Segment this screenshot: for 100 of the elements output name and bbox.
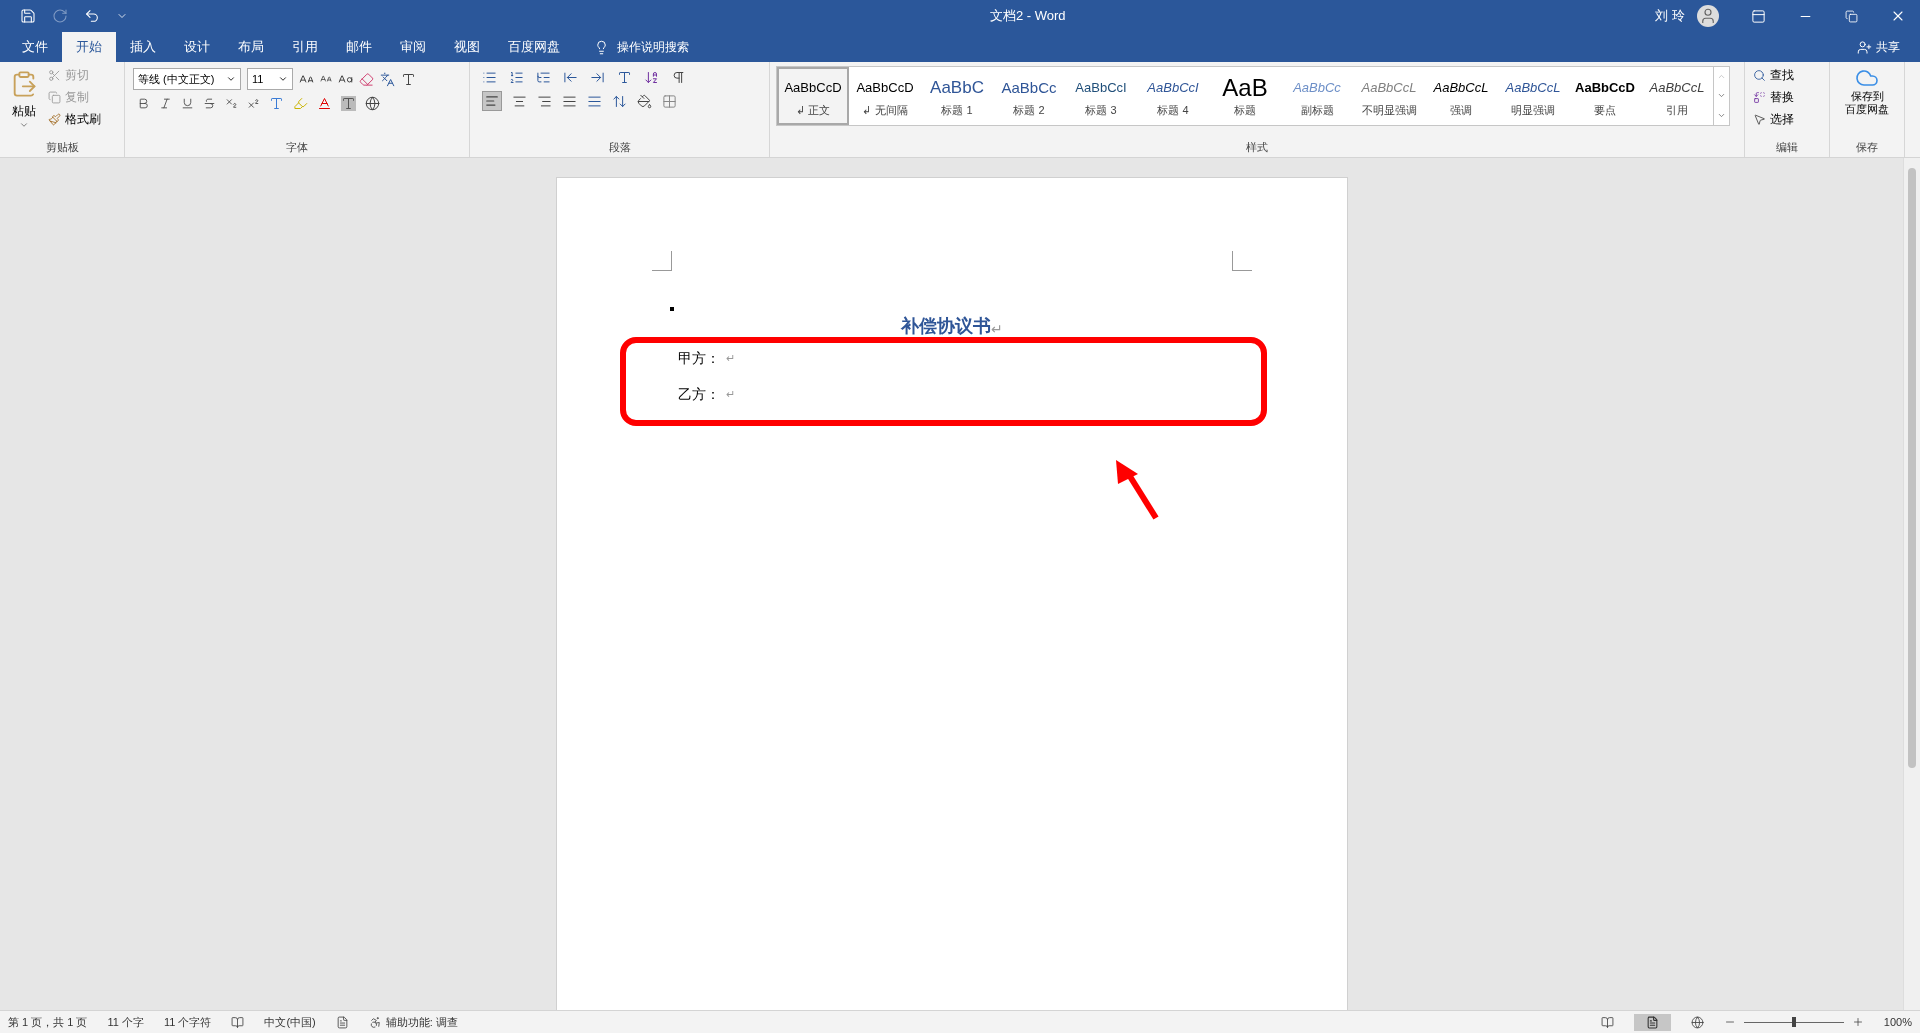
search-icon[interactable]	[1753, 68, 1766, 82]
proofing-icon[interactable]	[231, 1015, 245, 1029]
align-right-icon[interactable]	[537, 93, 552, 109]
tell-me-search[interactable]: 操作说明搜索	[617, 38, 689, 56]
window-title: 文档2 - Word	[988, 7, 1067, 26]
ribbon-tab[interactable]: 百度网盘	[494, 32, 574, 62]
undo-icon[interactable]	[84, 8, 100, 24]
language-indicator[interactable]: 中文(中国)	[264, 1013, 316, 1031]
style-item[interactable]: AaB 标题	[1209, 67, 1281, 125]
style-item[interactable]: AaBbCcL 引用	[1641, 67, 1713, 125]
numbering-icon[interactable]	[509, 70, 524, 85]
line-spacing-icon[interactable]	[612, 93, 627, 109]
restore-icon[interactable]	[1845, 9, 1858, 23]
text-effects-icon[interactable]	[269, 96, 284, 111]
margin-corner-mark	[651, 251, 672, 271]
caret-icon	[226, 74, 236, 84]
lightbulb-icon[interactable]	[594, 39, 609, 55]
share-button[interactable]: 共享	[1876, 38, 1900, 56]
save-to-cloud-button[interactable]: 保存到 百度网盘	[1845, 90, 1889, 116]
style-item[interactable]: AaBbCcL 明显强调	[1497, 67, 1569, 125]
borders-icon[interactable]	[662, 93, 677, 109]
phonetic-guide-icon[interactable]	[380, 71, 395, 87]
style-item[interactable]: AaBbCcI 标题 4	[1137, 67, 1209, 125]
ribbon-tab[interactable]: 邮件	[332, 32, 386, 62]
group-label: 保存	[1855, 140, 1879, 155]
shading-icon[interactable]	[637, 93, 652, 109]
style-item[interactable]: AaBbCcL 强调	[1425, 67, 1497, 125]
italic-icon[interactable]	[159, 97, 172, 110]
replace-button[interactable]: 替换	[1770, 88, 1794, 106]
text-direction-icon[interactable]	[617, 70, 632, 85]
eraser-icon[interactable]	[359, 71, 374, 87]
character-border-icon[interactable]	[401, 71, 416, 87]
subscript-icon[interactable]	[225, 97, 238, 110]
ribbon-tab[interactable]: 引用	[278, 32, 332, 62]
brush-icon[interactable]	[48, 112, 61, 126]
group-label: 剪贴板	[44, 140, 80, 155]
group-label: 字体	[285, 140, 309, 155]
style-item[interactable]: AaBbCcD 要点	[1569, 67, 1641, 125]
ribbon-tab[interactable]: 视图	[440, 32, 494, 62]
pointer-icon[interactable]	[1753, 112, 1766, 126]
style-item[interactable]: AaBbCc 副标题	[1281, 67, 1353, 125]
style-item[interactable]: AaBbCcD ↲ 正文	[777, 67, 849, 125]
font-size-dropdown[interactable]: 11	[247, 68, 293, 90]
superscript-icon[interactable]	[247, 97, 260, 110]
format-painter-button[interactable]: 格式刷	[65, 110, 101, 128]
paragraph-bullet	[669, 307, 674, 311]
page-count[interactable]: 第 1 页，共 1 页	[8, 1013, 88, 1031]
ribbon-tab[interactable]: 布局	[224, 32, 278, 62]
sort-icon[interactable]	[644, 70, 659, 85]
show-marks-icon[interactable]	[671, 70, 686, 85]
style-item[interactable]: AaBbCcD ↲ 无间隔	[849, 67, 921, 125]
strikethrough-icon[interactable]	[203, 97, 216, 110]
read-mode-icon[interactable]	[1600, 1015, 1614, 1029]
zoom-percent[interactable]: 100%	[1883, 1013, 1912, 1031]
caret-icon	[278, 74, 288, 84]
share-icon[interactable]	[1857, 39, 1872, 55]
zoom-in-icon[interactable]	[1851, 1016, 1864, 1028]
align-center-icon[interactable]	[512, 93, 527, 109]
character-shading-icon[interactable]	[341, 96, 356, 111]
ribbon-tab[interactable]: 审阅	[386, 32, 440, 62]
ribbon-tab[interactable]: 设计	[170, 32, 224, 62]
style-item[interactable]: AaBbCc 标题 2	[993, 67, 1065, 125]
multilevel-list-icon[interactable]	[536, 70, 551, 85]
replace-icon[interactable]	[1753, 90, 1766, 104]
align-left-button[interactable]	[482, 91, 502, 111]
paste-button[interactable]: 粘贴	[12, 102, 36, 120]
select-button[interactable]: 选择	[1770, 110, 1794, 128]
character-count[interactable]: 11 个字符	[163, 1013, 212, 1031]
avatar-icon[interactable]	[1697, 5, 1719, 27]
increase-indent-icon[interactable]	[590, 70, 605, 85]
decrease-indent-icon[interactable]	[563, 70, 578, 85]
style-item[interactable]: AaBbCcI 标题 3	[1065, 67, 1137, 125]
group-label: 段落	[607, 140, 632, 155]
ribbon-tab[interactable]: 插入	[116, 32, 170, 62]
word-count[interactable]: 11 个字	[107, 1013, 144, 1031]
zoom-slider[interactable]	[1743, 1017, 1844, 1027]
accessibility-icon[interactable]	[368, 1015, 382, 1029]
ribbon-tab[interactable]: 开始	[62, 32, 116, 62]
web-layout-icon[interactable]	[1690, 1015, 1704, 1029]
style-item[interactable]: AaBbC 标题 1	[921, 67, 993, 125]
font-color-icon[interactable]	[317, 96, 332, 111]
font-name-dropdown[interactable]: 等线 (中文正文)	[133, 68, 241, 90]
accessibility-status[interactable]: 辅助功能: 调查	[385, 1013, 458, 1031]
bullets-icon[interactable]	[482, 70, 497, 85]
find-button[interactable]: 查找	[1770, 66, 1794, 84]
margin-corner-mark	[1231, 251, 1252, 271]
zoom-thumb[interactable]	[1791, 1017, 1796, 1027]
ribbon-tab[interactable]: 文件	[8, 32, 62, 62]
ribbon-display-icon[interactable]	[1751, 8, 1766, 24]
vertical-scrollbar[interactable]	[1903, 158, 1920, 1010]
bold-icon[interactable]	[137, 97, 150, 110]
group-label: 编辑	[1775, 140, 1799, 155]
save-icon[interactable]	[20, 8, 36, 24]
justify-icon[interactable]	[562, 93, 577, 109]
underline-icon[interactable]	[181, 97, 194, 110]
print-layout-button[interactable]	[1633, 1013, 1671, 1031]
style-item[interactable]: AaBbCcL 不明显强调	[1353, 67, 1425, 125]
distributed-icon[interactable]	[587, 93, 602, 109]
paragraph-mark: ↵	[990, 320, 1003, 339]
shrink-font-icon[interactable]	[320, 73, 332, 85]
